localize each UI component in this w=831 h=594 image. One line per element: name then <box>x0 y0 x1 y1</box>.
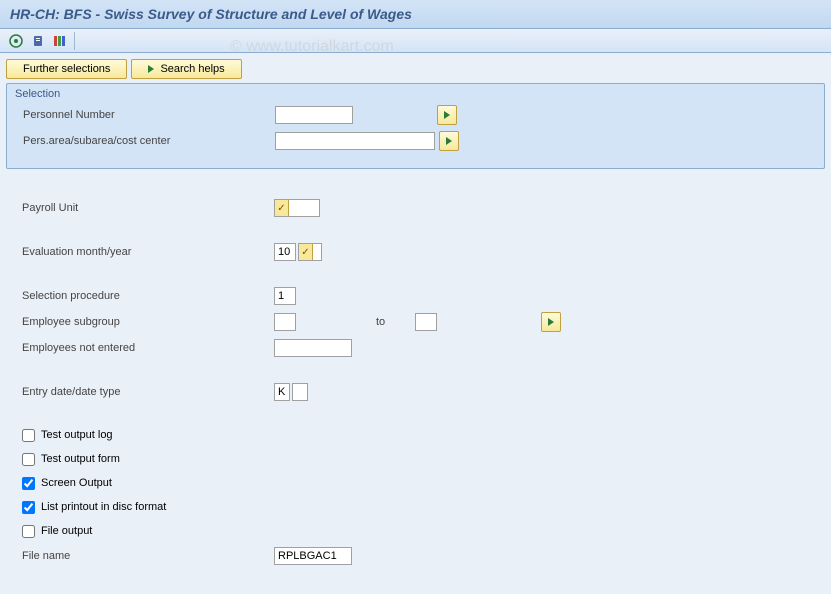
payroll-unit-field: ✓ <box>274 199 320 217</box>
emp-subgroup-to-input[interactable] <box>415 313 437 331</box>
sel-proc-row: Selection procedure <box>14 285 817 307</box>
personnel-number-multi-button[interactable] <box>437 105 457 125</box>
further-selections-button[interactable]: Further selections <box>6 59 127 79</box>
sel-proc-label: Selection procedure <box>14 290 274 302</box>
cb-list-printout-row: List printout in disc format <box>14 497 817 517</box>
emp-subgroup-label: Employee subgroup <box>14 316 274 328</box>
emp-not-entered-row: Employees not entered <box>14 337 817 359</box>
cb-screen-output[interactable] <box>22 477 35 490</box>
emp-not-entered-label: Employees not entered <box>14 342 274 354</box>
selection-group: Selection Personnel Number Pers.area/sub… <box>6 83 825 169</box>
cb-test-output-form[interactable] <box>22 453 35 466</box>
cb-file-output[interactable] <box>22 525 35 538</box>
eval-month-label: Evaluation month/year <box>14 246 274 258</box>
emp-subgroup-row: Employee subgroup to <box>14 311 817 333</box>
pers-area-input[interactable] <box>275 132 435 150</box>
file-name-row: File name <box>14 545 817 567</box>
arrow-right-icon <box>148 65 154 73</box>
button-label: Search helps <box>160 63 224 75</box>
payroll-unit-row: Payroll Unit ✓ <box>14 197 817 219</box>
cb-screen-output-row: Screen Output <box>14 473 817 493</box>
button-label: Further selections <box>23 63 110 75</box>
cb-label: Test output log <box>41 429 113 441</box>
eval-year-input[interactable] <box>313 244 321 260</box>
entry-date-row: Entry date/date type <box>14 381 817 403</box>
main-content: Further selections Search helps Selectio… <box>0 53 831 594</box>
personnel-number-row: Personnel Number <box>15 104 816 126</box>
personnel-number-label: Personnel Number <box>15 109 275 121</box>
cb-file-output-row: File output <box>14 521 817 541</box>
app-toolbar <box>0 29 831 53</box>
execute-icon[interactable] <box>8 33 24 49</box>
arrow-right-icon <box>548 318 554 326</box>
window-title: HR-CH: BFS - Swiss Survey of Structure a… <box>0 0 831 29</box>
personnel-number-input[interactable] <box>275 106 353 124</box>
emp-not-entered-input[interactable] <box>274 339 352 357</box>
cb-test-output-log[interactable] <box>22 429 35 442</box>
entry-date-input-2[interactable] <box>292 383 308 401</box>
required-icon: ✓ <box>299 244 313 260</box>
emp-subgroup-multi-button[interactable] <box>541 312 561 332</box>
file-name-label: File name <box>14 550 274 562</box>
pers-area-row: Pers.area/subarea/cost center <box>15 130 816 152</box>
pers-area-label: Pers.area/subarea/cost center <box>15 135 275 147</box>
cb-test-output-log-row: Test output log <box>14 425 817 445</box>
cb-label: Screen Output <box>41 477 112 489</box>
arrow-right-icon <box>446 137 452 145</box>
selection-group-title: Selection <box>15 88 816 100</box>
search-helps-button[interactable]: Search helps <box>131 59 241 79</box>
arrow-right-icon <box>444 111 450 119</box>
to-label: to <box>376 316 385 328</box>
color-bars-icon[interactable] <box>52 33 68 49</box>
cb-label: Test output form <box>41 453 120 465</box>
eval-month-input[interactable] <box>274 243 296 261</box>
required-icon: ✓ <box>275 200 289 216</box>
payroll-unit-label: Payroll Unit <box>14 202 274 214</box>
entry-date-label: Entry date/date type <box>14 386 274 398</box>
form-area: Payroll Unit ✓ Evaluation month/year ✓ S… <box>6 179 825 577</box>
sel-proc-input[interactable] <box>274 287 296 305</box>
entry-date-input-1[interactable] <box>274 383 290 401</box>
cb-list-printout[interactable] <box>22 501 35 514</box>
eval-year-field: ✓ <box>298 243 322 261</box>
cb-test-output-form-row: Test output form <box>14 449 817 469</box>
cb-label: List printout in disc format <box>41 501 166 513</box>
button-row: Further selections Search helps <box>6 59 825 79</box>
payroll-unit-input[interactable] <box>289 200 319 216</box>
pers-area-multi-button[interactable] <box>439 131 459 151</box>
file-name-input[interactable] <box>274 547 352 565</box>
eval-month-row: Evaluation month/year ✓ <box>14 241 817 263</box>
info-icon[interactable] <box>30 33 46 49</box>
cb-label: File output <box>41 525 92 537</box>
emp-subgroup-from-input[interactable] <box>274 313 296 331</box>
toolbar-separator <box>74 32 75 50</box>
